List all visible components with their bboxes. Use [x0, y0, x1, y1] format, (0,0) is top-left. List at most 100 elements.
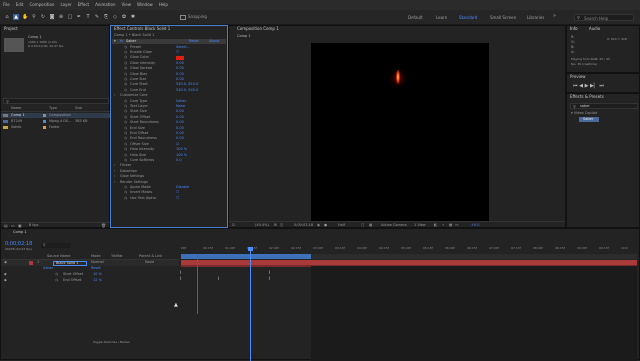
zoom-dropdown[interactable]: (49.4%) — [255, 223, 269, 228]
effect-property-value[interactable]: 540.0, 540.0 — [176, 88, 198, 93]
resolution-dropdown[interactable]: Half — [338, 223, 345, 228]
next-frame-icon[interactable]: ▶▏ — [590, 83, 598, 89]
timeline-icon[interactable]: ▦ — [449, 223, 452, 228]
property-value[interactable]: 12 % — [93, 278, 102, 283]
effects-search-field[interactable]: ⚲ saber — [570, 103, 638, 109]
visibility-eye-icon[interactable]: ◉ — [4, 260, 7, 265]
project-item-row[interactable]: Comp 1 Composition — [1, 113, 111, 118]
workspace-menu-icon[interactable]: » — [553, 14, 556, 19]
stopwatch-icon[interactable]: ◷ — [124, 72, 127, 77]
label-color-swatch[interactable] — [29, 261, 33, 265]
workspace-small-screen[interactable]: Small Screen — [490, 16, 516, 20]
effect-property-row[interactable]: › Customize Core — [112, 94, 226, 99]
current-time-indicator[interactable] — [250, 247, 251, 361]
keyframe-nav-icon[interactable]: ◆ — [4, 278, 7, 283]
stopwatch-icon[interactable]: ◷ — [124, 61, 127, 66]
snapping-checkbox[interactable] — [180, 15, 186, 20]
show-channel-icon[interactable]: ● — [324, 223, 327, 228]
flowchart-icon[interactable]: ⊶ — [455, 223, 459, 228]
home-icon[interactable]: ⌂ — [4, 14, 10, 20]
brush-tool-icon[interactable]: ✎ — [94, 14, 100, 20]
effect-property-value[interactable]: 0.00 — [176, 137, 184, 141]
effect-property-row[interactable]: ◷ Glow Spread 0.00 — [112, 67, 226, 72]
menu-animation[interactable]: Animation — [92, 3, 118, 7]
views-dropdown[interactable]: 1 View — [414, 223, 426, 228]
stopwatch-icon[interactable]: ◷ — [124, 104, 127, 109]
composition-panel-title[interactable]: Composition Comp 1 — [229, 26, 565, 33]
workspace-learn[interactable]: Learn — [436, 16, 447, 20]
stopwatch-icon[interactable]: ◷ — [124, 115, 127, 120]
stopwatch-icon[interactable]: ◷ — [124, 67, 127, 71]
composition-tab[interactable]: Comp 1 — [237, 34, 251, 39]
menu-composition[interactable]: Composition — [26, 3, 57, 7]
effect-property-row[interactable]: ◷ Start Roundness 0.00 — [112, 121, 226, 126]
effect-property-value[interactable]: 0.00 — [176, 131, 184, 136]
effect-property-value[interactable]: 540.0, 810.0 — [176, 83, 198, 87]
expand-arrow-icon[interactable]: › — [114, 175, 115, 179]
region-of-interest-icon[interactable]: ▢ — [361, 223, 364, 228]
selection-tool-icon[interactable]: ▲ — [13, 14, 19, 20]
column-mode[interactable]: Mode — [91, 254, 101, 259]
effect-property-row[interactable]: › Glow Settings — [112, 175, 226, 180]
stopwatch-icon[interactable]: ◷ — [124, 153, 127, 158]
effect-reset-button[interactable]: Reset — [189, 39, 199, 44]
stopwatch-icon[interactable]: ◷ — [124, 126, 127, 131]
expand-arrow-icon[interactable]: › — [114, 164, 115, 168]
effect-property-row[interactable]: ◷ Halo Intensity 100 % — [112, 148, 226, 153]
expand-arrow-icon[interactable]: › — [114, 94, 115, 98]
keyframe[interactable]: Ι — [269, 271, 270, 275]
menu-view[interactable]: View — [119, 3, 135, 7]
timeline-search-field[interactable]: ⚲ — [41, 243, 71, 248]
effect-property-value[interactable]: 0.00 — [176, 67, 184, 71]
effect-property-value[interactable]: ☑ — [176, 142, 179, 147]
pan-behind-tool-icon[interactable]: ⊕ — [58, 14, 64, 20]
first-frame-icon[interactable]: ⏮ — [573, 83, 578, 89]
snapshot-icon[interactable]: ◉ — [317, 223, 320, 228]
stopwatch-icon[interactable]: ◷ — [124, 77, 127, 82]
bpc-indicator[interactable]: 8 bpc — [29, 223, 39, 228]
keyframe[interactable]: Ι — [180, 271, 181, 275]
column-size[interactable]: Size — [75, 106, 82, 111]
preview-panel-title[interactable]: Preview — [567, 74, 639, 81]
effect-property-value[interactable]: Saber — [176, 99, 186, 104]
clone-stamp-tool-icon[interactable]: ⎘ — [103, 14, 109, 20]
last-frame-icon[interactable]: ⏭ — [599, 83, 604, 89]
timeline-tab[interactable]: Comp 1 — [13, 230, 27, 235]
stopwatch-icon[interactable]: ◷ — [124, 99, 127, 104]
project-search-field[interactable]: ⚲ — [3, 98, 109, 104]
menu-edit[interactable]: Edit — [13, 3, 27, 7]
project-item-row[interactable]: 87249 Mpeg-4 DS... 385 KB — [1, 119, 111, 124]
effects-item-saber[interactable]: Saber — [579, 117, 599, 122]
stopwatch-icon[interactable]: ◷ — [124, 148, 127, 152]
exposure-value[interactable]: +0.0 — [471, 223, 480, 228]
stopwatch-icon[interactable]: ◷ — [124, 56, 127, 60]
stopwatch-icon[interactable]: ◷ — [55, 278, 58, 283]
stopwatch-icon[interactable]: ◷ — [124, 191, 127, 195]
menu-file[interactable]: File — [0, 3, 13, 7]
rotate-tool-icon[interactable]: ↻ — [40, 14, 46, 20]
fast-previews-icon[interactable]: ⚡ — [442, 223, 444, 228]
always-preview-icon[interactable]: ⊡ — [232, 223, 235, 228]
glow-color-swatch[interactable] — [176, 56, 184, 60]
effect-property-value[interactable]: Select... — [176, 45, 190, 50]
layer-mode-dropdown[interactable]: Normal — [91, 260, 104, 265]
effect-property-value[interactable]: 0.00 — [176, 61, 184, 66]
column-type[interactable]: Type — [49, 106, 57, 111]
grid-icon[interactable]: ⊞ — [274, 223, 277, 228]
stopwatch-icon[interactable]: ◷ — [124, 110, 127, 114]
keyframe[interactable]: Ι — [180, 277, 181, 281]
layer-parent-dropdown[interactable]: None — [145, 260, 154, 265]
expand-arrow-icon[interactable]: › — [114, 169, 115, 174]
stopwatch-icon[interactable]: ◷ — [124, 50, 127, 55]
effect-controls-title[interactable]: Effect Controls Black Solid 1 — [111, 26, 227, 33]
camera-tool-icon[interactable]: ◙ — [49, 14, 55, 20]
effect-property-value[interactable]: 0.00 — [176, 72, 184, 77]
workspace-libraries[interactable]: Libraries — [527, 16, 544, 20]
workspace-standard[interactable]: Standard — [459, 16, 477, 20]
column-source-name[interactable]: Source Name — [47, 254, 70, 259]
toggle-pixel-aspect-icon[interactable]: ◧ — [434, 223, 437, 228]
stopwatch-icon[interactable]: ◷ — [124, 45, 127, 50]
menu-window[interactable]: Window — [134, 3, 156, 7]
stopwatch-icon[interactable]: ◷ — [124, 88, 127, 93]
property-value[interactable]: 10 % — [93, 272, 102, 277]
